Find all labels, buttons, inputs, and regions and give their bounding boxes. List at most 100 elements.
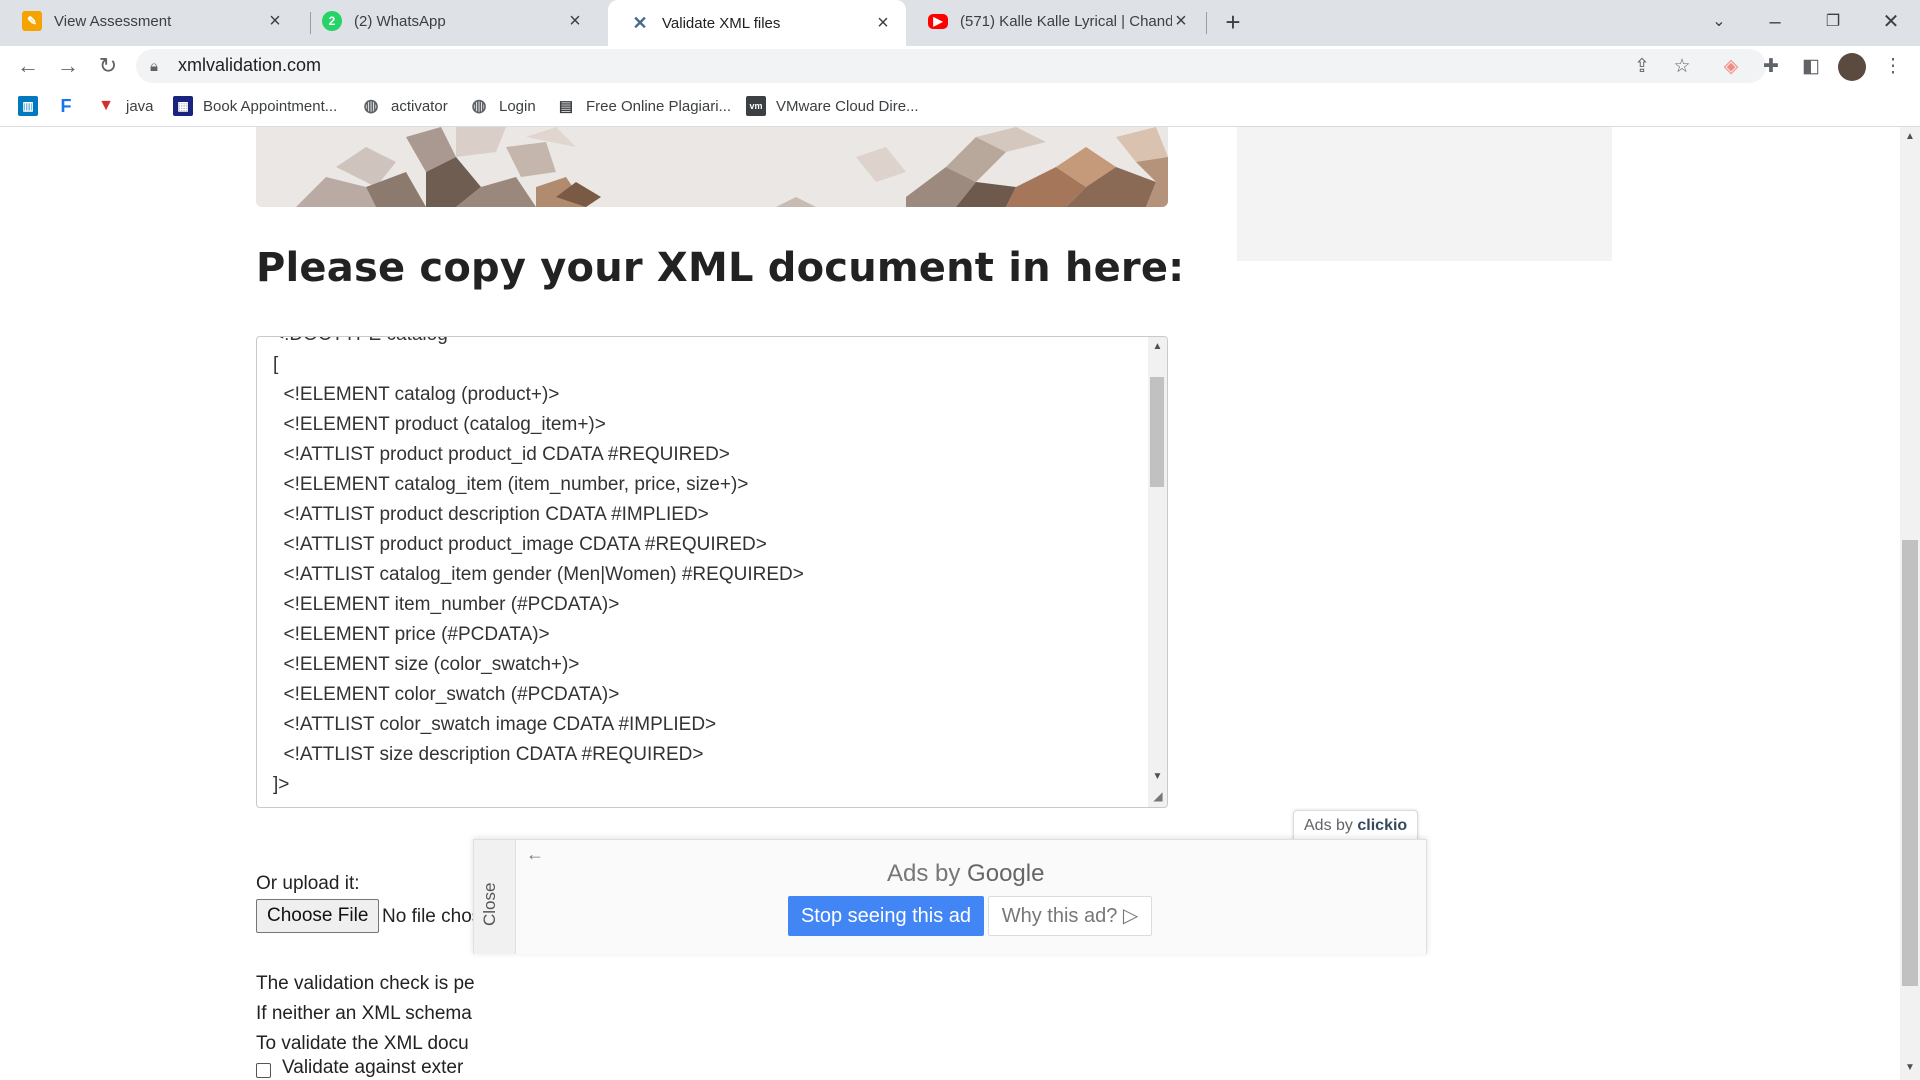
google-brand: Google — [967, 860, 1045, 887]
scroll-up-arrow-icon[interactable]: ▲ — [1148, 341, 1167, 352]
why-this-ad-label: Why this ad? — [1001, 905, 1118, 927]
validation-info-text: The validation check is pe — [256, 973, 475, 994]
xml-line: <!ATTLIST product product_image CDATA #R… — [273, 534, 767, 555]
bookmark-trello[interactable]: ▥ — [18, 95, 48, 117]
address-bar[interactable] — [136, 49, 1766, 83]
xml-input-textarea[interactable]: <!DOCTYPE catalog [ <!ELEMENT catalog (p… — [256, 336, 1168, 808]
youtube-icon: ▶ — [928, 13, 948, 29]
bookmark-label: VMware Cloud Dire... — [776, 97, 919, 115]
page-scroll-up-arrow-icon[interactable]: ▲ — [1900, 131, 1920, 142]
bookmark-login[interactable]: ◍ Login — [469, 95, 536, 117]
ads-by-google-label: Ads by Google — [887, 860, 1044, 888]
external-validation-checkbox[interactable] — [256, 1063, 271, 1078]
share-icon[interactable]: ⇪ — [1629, 54, 1655, 80]
bookmark-label: Book Appointment... — [203, 97, 338, 115]
bookmark-label: activator — [391, 97, 448, 115]
back-button[interactable]: ← — [12, 50, 44, 82]
tab-label: (2) WhatsApp — [354, 12, 446, 30]
schema-info-text: If neither an XML schema — [256, 1003, 472, 1024]
menu-kebab-icon[interactable]: ⋮ — [1880, 54, 1906, 80]
extension-icon[interactable]: ◈ — [1718, 54, 1744, 80]
close-icon[interactable]: × — [566, 10, 584, 33]
minimize-button[interactable]: – — [1760, 8, 1790, 36]
v-icon: ▼ — [98, 97, 114, 114]
url-text[interactable]: xmlvalidation.com — [178, 55, 321, 76]
bookmark-activator[interactable]: ◍ activator — [361, 95, 448, 117]
document-icon: ▤ — [558, 98, 574, 115]
close-window-button[interactable]: ✕ — [1876, 8, 1906, 36]
pencil-icon: ✎ — [22, 11, 42, 31]
tab-label: Validate XML files — [662, 14, 781, 32]
close-icon[interactable]: × — [874, 12, 892, 35]
globe-icon: ◍ — [363, 96, 379, 115]
xml-line: [ — [273, 354, 279, 375]
page-title: Please copy your XML document in here: — [256, 245, 1185, 291]
choose-file-button[interactable]: Choose File — [256, 899, 380, 933]
xml-validation-icon: ✕ — [632, 12, 648, 33]
xml-line: <!ELEMENT price (#PCDATA)> — [273, 624, 550, 645]
globe-icon: ◍ — [471, 96, 487, 115]
tab-validate-xml[interactable]: ✕ Validate XML files × — [608, 0, 906, 46]
back-arrow-icon[interactable]: ← — [526, 844, 544, 865]
bottom-ad-panel: Close ← Ads by Google Stop seeing this a… — [473, 839, 1427, 954]
tab-whatsapp[interactable]: 2 (2) WhatsApp × — [300, 0, 598, 42]
tab-label: (571) Kalle Kalle Lyrical | Chandig — [960, 12, 1172, 30]
xml-line: <!ELEMENT color_swatch (#PCDATA)> — [273, 684, 620, 705]
ads-by-clickio-label[interactable]: Ads by clickio — [1293, 810, 1419, 842]
bookmark-f[interactable]: F — [56, 95, 86, 117]
trello-icon: ▥ — [18, 96, 38, 116]
xml-line: <!ATTLIST product product_id CDATA #REQU… — [273, 444, 730, 465]
forward-button[interactable]: → — [52, 50, 84, 82]
bookmark-vmware[interactable]: vm VMware Cloud Dire... — [746, 95, 919, 117]
xml-line: <!ELEMENT size (color_swatch+)> — [273, 654, 580, 675]
bookmark-book-appointment[interactable]: ▦ Book Appointment... — [173, 95, 337, 117]
puzzle-extensions-icon[interactable]: ✚ — [1758, 54, 1784, 80]
close-icon[interactable]: × — [1172, 10, 1190, 33]
xml-line: <!ELEMENT catalog_item (item_number, pri… — [273, 474, 749, 495]
bookmark-label: java — [126, 97, 154, 115]
profile-avatar[interactable] — [1838, 53, 1866, 81]
resize-handle-icon[interactable]: ◢ — [1150, 789, 1166, 805]
page-scroll-down-arrow-icon[interactable]: ▼ — [1900, 1062, 1920, 1073]
xml-line: <!ATTLIST catalog_item gender (Men|Women… — [273, 564, 804, 585]
stop-seeing-ad-button[interactable]: Stop seeing this ad — [788, 896, 984, 936]
bookmark-label: Free Online Plagiari... — [586, 97, 732, 115]
hero-banner-image — [256, 127, 1168, 207]
tab-label: View Assessment — [54, 12, 172, 30]
xml-line: <!ATTLIST product description CDATA #IMP… — [273, 504, 709, 525]
close-icon[interactable]: × — [266, 10, 284, 33]
ads-by-text: Ads by — [887, 860, 961, 887]
reload-button[interactable]: ↻ — [92, 50, 124, 82]
page-scrollbar-thumb[interactable] — [1902, 540, 1918, 986]
xml-line: <!ELEMENT product (catalog_item+)> — [273, 414, 606, 435]
lock-icon[interactable]: 🔒︎ — [150, 58, 158, 75]
clickio-brand: clickio — [1357, 817, 1408, 834]
side-ad-placeholder — [1237, 127, 1612, 261]
textarea-scrollbar-thumb[interactable] — [1150, 377, 1164, 487]
tab-youtube[interactable]: ▶ (571) Kalle Kalle Lyrical | Chandig × — [906, 0, 1204, 42]
xml-line: <!ELEMENT catalog (product+)> — [273, 384, 560, 405]
ad-choices-icon: ▷ — [1122, 905, 1139, 927]
upload-label: Or upload it: — [256, 873, 360, 894]
bookmark-star-icon[interactable]: ☆ — [1669, 54, 1695, 80]
tab-view-assessment[interactable]: ✎ View Assessment × — [0, 0, 298, 42]
bookmark-plagiarism[interactable]: ▤ Free Online Plagiari... — [556, 95, 731, 117]
mosaic-pattern-image — [256, 127, 1168, 207]
checkbox-label: Validate against exter — [282, 1057, 464, 1078]
new-tab-button[interactable]: + — [1218, 8, 1248, 36]
scroll-down-arrow-icon[interactable]: ▼ — [1148, 771, 1167, 782]
xml-line: ]> — [273, 774, 290, 795]
bookmark-java[interactable]: ▼ java — [96, 95, 154, 117]
xml-line: <!ATTLIST color_swatch image CDATA #IMPL… — [273, 714, 717, 735]
validate-info-text: To validate the XML docu — [256, 1033, 469, 1054]
ads-by-text: Ads by — [1304, 817, 1353, 834]
ad-close-button[interactable]: Close — [480, 874, 508, 934]
why-this-ad-button[interactable]: Why this ad? ▷ — [988, 896, 1152, 936]
xml-line: <!ATTLIST size description CDATA #REQUIR… — [273, 744, 704, 765]
whatsapp-icon: 2 — [322, 11, 342, 31]
side-panel-icon[interactable]: ◧ — [1798, 54, 1824, 80]
restore-button[interactable]: ❐ — [1818, 8, 1848, 36]
tab-search-chevron-down-icon[interactable]: ⌄ — [1704, 8, 1734, 36]
bookmark-label: Login — [499, 97, 536, 115]
xml-line: <!DOCTYPE catalog — [273, 337, 448, 346]
